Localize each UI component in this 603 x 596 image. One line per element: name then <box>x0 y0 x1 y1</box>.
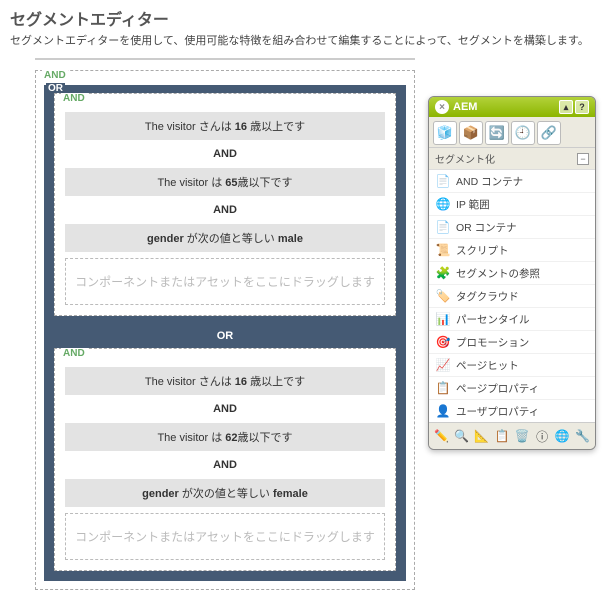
connector-and: AND <box>65 144 385 164</box>
sidekick-tool-2[interactable]: 🔄 <box>485 121 509 145</box>
sidekick-toolbar: 🧊📦🔄🕘🔗 <box>429 117 595 148</box>
component-label: AND コンテナ <box>456 174 523 189</box>
sidekick-footer-btn-7[interactable]: 🔧 <box>574 427 591 445</box>
component-icon: 📊 <box>435 311 451 327</box>
minimize-icon[interactable]: ▴ <box>559 100 573 114</box>
collapse-icon[interactable]: − <box>577 153 589 165</box>
connector-or: OR <box>54 324 396 348</box>
rule-gender[interactable]: gender が次の値と等しい male <box>65 224 385 252</box>
list-item[interactable]: 📈 ページヒット <box>429 354 595 377</box>
list-item[interactable]: 🌐 IP 範囲 <box>429 193 595 216</box>
container-label: AND <box>42 70 68 81</box>
connector-and: AND <box>65 200 385 220</box>
connector-and: AND <box>65 455 385 475</box>
sidekick-group-header[interactable]: セグメント化 − <box>429 148 595 170</box>
page-subtitle: セグメントエディターを使用して、使用可能な特徴を組み合わせて編集することによって… <box>10 32 593 48</box>
help-icon[interactable]: ? <box>575 100 589 114</box>
list-item[interactable]: 📄 AND コンテナ <box>429 170 595 193</box>
sidekick-tool-0[interactable]: 🧊 <box>433 121 457 145</box>
component-icon: 🌐 <box>435 196 451 212</box>
component-icon: 📄 <box>435 219 451 235</box>
component-icon: 🎯 <box>435 334 451 350</box>
sidekick-panel[interactable]: × AEM ▴ ? 🧊📦🔄🕘🔗 セグメント化 − 📄 AND コンテナ 🌐 IP 範囲… <box>428 96 596 450</box>
sidekick-title: AEM <box>453 101 477 113</box>
sidekick-footer-btn-0[interactable]: ✏️ <box>433 427 450 445</box>
container-and-group[interactable]: AND The visitor さんは 16 歳以上です AND The vis… <box>54 93 396 316</box>
sidekick-footer-btn-2[interactable]: 📐 <box>473 427 490 445</box>
list-item[interactable]: 📊 パーセンタイル <box>429 308 595 331</box>
list-item[interactable]: 📄 OR コンテナ <box>429 216 595 239</box>
sidekick-tool-4[interactable]: 🔗 <box>537 121 561 145</box>
component-icon: 📈 <box>435 357 451 373</box>
list-item[interactable]: 📜 スクリプト <box>429 239 595 262</box>
component-label: IP 範囲 <box>456 197 490 212</box>
component-label: プロモーション <box>456 335 529 350</box>
rule-visitor-age-min[interactable]: The visitor さんは 16 歳以上です <box>65 112 385 140</box>
component-label: セグメントの参照 <box>456 266 540 281</box>
component-label: ユーザプロパティ <box>456 404 539 419</box>
sidekick-tool-1[interactable]: 📦 <box>459 121 483 145</box>
sidekick-footer: ✏️🔍📐📋🗑️ⓘ🌐🔧 <box>429 422 595 449</box>
page-title: セグメントエディター <box>10 6 593 30</box>
list-item[interactable]: 🧩 セグメントの参照 <box>429 262 595 285</box>
list-item[interactable]: 👤 ユーザプロパティ <box>429 400 595 422</box>
sidekick-component-list[interactable]: 📄 AND コンテナ 🌐 IP 範囲 📄 OR コンテナ 📜 スクリプト 🧩 セグメントの参照 🏷️… <box>429 170 595 422</box>
close-icon[interactable]: × <box>435 100 449 114</box>
container-label: AND <box>61 93 87 104</box>
component-icon: 📜 <box>435 242 451 258</box>
dropzone[interactable]: コンポーネントまたはアセットをここにドラッグします <box>65 513 385 560</box>
segment-editor: AND OR AND The visitor さんは 16 歳以上です AND … <box>35 58 415 590</box>
component-label: OR コンテナ <box>456 220 517 235</box>
container-and-outer[interactable]: AND OR AND The visitor さんは 16 歳以上です AND … <box>35 70 415 590</box>
sidekick-header[interactable]: × AEM ▴ ? <box>429 97 595 117</box>
component-icon: 👤 <box>435 403 451 419</box>
component-icon: 📄 <box>435 173 451 189</box>
rule-visitor-age-max[interactable]: The visitor は 62歳以下です <box>65 423 385 451</box>
component-label: タグクラウド <box>456 289 519 304</box>
component-icon: 🏷️ <box>435 288 451 304</box>
sidekick-footer-btn-5[interactable]: ⓘ <box>534 427 551 445</box>
rule-gender[interactable]: gender が次の値と等しい female <box>65 479 385 507</box>
list-item[interactable]: 🏷️ タグクラウド <box>429 285 595 308</box>
sidekick-footer-btn-1[interactable]: 🔍 <box>453 427 470 445</box>
component-label: ページヒット <box>456 358 519 373</box>
component-label: パーセンタイル <box>456 312 530 327</box>
dropzone[interactable]: コンポーネントまたはアセットをここにドラッグします <box>65 258 385 305</box>
component-label: スクリプト <box>456 243 509 258</box>
component-icon: 📋 <box>435 380 451 396</box>
component-icon: 🧩 <box>435 265 451 281</box>
container-and-group[interactable]: AND The visitor さんは 16 歳以上です AND The vis… <box>54 348 396 571</box>
sidekick-footer-btn-4[interactable]: 🗑️ <box>514 427 531 445</box>
sidekick-tool-3[interactable]: 🕘 <box>511 121 535 145</box>
list-item[interactable]: 📋 ページプロパティ <box>429 377 595 400</box>
container-or[interactable]: OR AND The visitor さんは 16 歳以上です AND The … <box>44 85 406 581</box>
sidekick-footer-btn-6[interactable]: 🌐 <box>554 427 571 445</box>
component-label: ページプロパティ <box>456 381 539 396</box>
connector-and: AND <box>65 399 385 419</box>
list-item[interactable]: 🎯 プロモーション <box>429 331 595 354</box>
sidekick-footer-btn-3[interactable]: 📋 <box>493 427 510 445</box>
rule-visitor-age-max[interactable]: The visitor は 65歳以下です <box>65 168 385 196</box>
container-label: AND <box>61 348 87 359</box>
rule-visitor-age-min[interactable]: The visitor さんは 16 歳以上です <box>65 367 385 395</box>
